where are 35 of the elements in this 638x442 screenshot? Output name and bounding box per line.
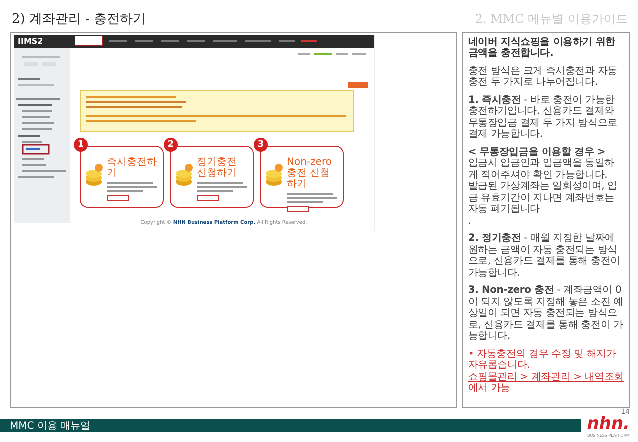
- site-logo: IIMS2: [18, 36, 44, 46]
- card-title: Non-zero 충전 신청하기: [287, 156, 333, 190]
- menu-path-link[interactable]: 쇼핑몰관리 > 계좌관리 > 내역조회: [468, 372, 624, 384]
- step-number-badge: 1: [74, 138, 88, 152]
- guide-text: 3. Non-zero 충전 - 계좌금액이 0이 되지 않도록 지정해 놓은 소진 예상일이 되면 자동 충전되는 방식으로, 신용카드 결제를 통해 충전이 가능합니다.: [468, 285, 624, 343]
- charge-button-drawing: [287, 206, 309, 212]
- guide-text: 입금시 입금인과 입금액을 동일하게 적어주셔야 확인 가능합니다.: [468, 158, 616, 182]
- step-number-badge: 3: [254, 138, 268, 152]
- charge-option-card[interactable]: 정기충전 신청하기: [170, 146, 254, 208]
- guide-text: .: [468, 216, 472, 228]
- description-text-drawing: [197, 180, 247, 193]
- brand-logo: nhn.: [587, 416, 630, 433]
- manual-title: MMC 이용 매뉴얼: [10, 420, 91, 432]
- guide-text: 충전 방식은 크게 즉시충전과 자동충전 두 가지로 나누어집니다.: [468, 66, 618, 89]
- coin-icon: [84, 162, 104, 187]
- coin-icon: [264, 162, 284, 187]
- coin-icon: [174, 162, 194, 187]
- guide-text: 2. 정기충전 - 매월 지정한 날짜에 원하는 금액이 자동 충전되는 방식으로, 신용카드 결제를 통해 충전이 가능합니다.: [468, 233, 622, 280]
- guide-text: 발급된 가상계좌는 일회성이며, 입금 유효기간이 지나면 계좌번호는 자동 폐기됩니다: [468, 181, 618, 216]
- description-text-drawing: [107, 180, 157, 193]
- charge-button-drawing: [107, 194, 129, 201]
- guide-text: 네이버 지식쇼핑을 이용하기 위한 금액을 충전합니다.: [468, 36, 616, 60]
- card-title: 정기충전 신청하기: [197, 156, 238, 179]
- guide-text: < 무통장입금을 이용할 경우 >: [468, 146, 607, 158]
- card-title: 즉시충전하기: [107, 156, 158, 179]
- description-text-drawing: [287, 192, 337, 204]
- page-title: 2) 계좌관리 - 충전하기: [12, 10, 146, 28]
- charge-option-card[interactable]: 즉시충전하기: [80, 146, 164, 208]
- guide-text: 에서 가능: [468, 383, 510, 395]
- guide-text: • 자동충전의 경우 수정 및 해지가 자유롭습니다.: [468, 348, 618, 372]
- step-number-badge: 2: [164, 138, 178, 152]
- guide-text: 1. 즉시충전 - 바로 충전이 가능한 충전하기입니다. 신용카드 결제와 무통장입금 결제 두 가지 방식으로 결제 가능합니다.: [468, 94, 618, 141]
- help-button-drawing: [348, 82, 368, 88]
- charge-button-drawing: [197, 194, 219, 201]
- top-links-drawing: [298, 52, 368, 56]
